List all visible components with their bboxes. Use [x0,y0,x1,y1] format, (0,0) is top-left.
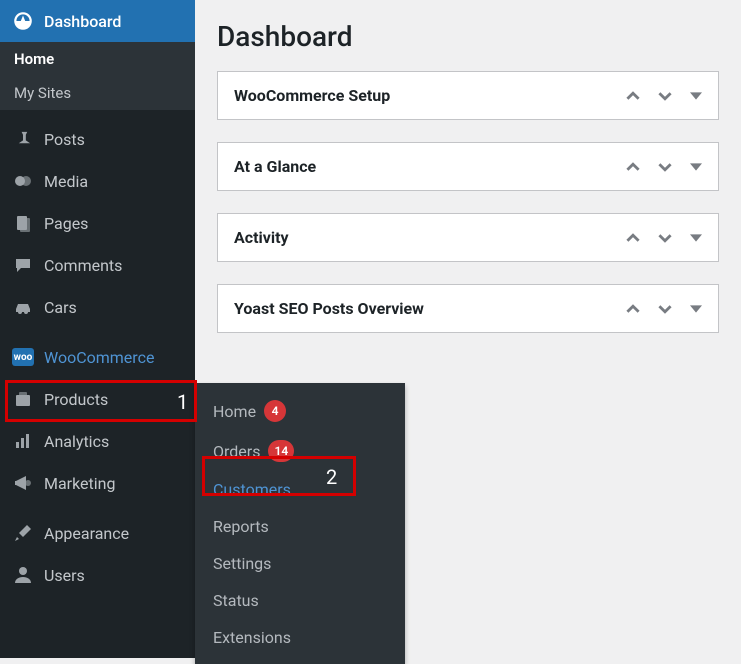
postbox-controls [626,302,702,316]
toggle-icon[interactable] [690,303,702,315]
submenu-item-reports[interactable]: Reports [195,508,405,545]
move-up-icon[interactable] [626,302,640,316]
postbox-controls [626,160,702,174]
submenu-item-extensions[interactable]: Extensions [195,619,405,656]
toggle-icon[interactable] [690,232,702,244]
sidebar-item-label: Cars [44,298,77,317]
postbox-yoast-overview: Yoast SEO Posts Overview [217,284,719,333]
sidebar-item-label: Users [44,566,85,585]
count-badge: 4 [264,400,286,422]
sidebar-item-label: Posts [44,130,85,149]
sidebar-item-woocommerce[interactable]: woo WooCommerce [0,336,195,378]
postbox-activity: Activity [217,213,719,262]
woocommerce-submenu: Home 4 Orders 14 Customers Reports Setti… [195,383,405,664]
products-icon [12,388,34,410]
sidebar-sub-home[interactable]: Home [0,42,195,76]
submenu-item-orders[interactable]: Orders 14 [195,431,405,471]
sidebar-item-label: Products [44,390,108,409]
submenu-label: Home [213,402,256,421]
move-up-icon[interactable] [626,160,640,174]
media-icon [12,170,34,192]
submenu-item-home[interactable]: Home 4 [195,391,405,431]
move-down-icon[interactable] [658,89,672,103]
sidebar-item-appearance[interactable]: Appearance [0,512,195,554]
brush-icon [12,522,34,544]
move-down-icon[interactable] [658,302,672,316]
postbox-controls [626,231,702,245]
sidebar-item-label: Marketing [44,474,115,493]
analytics-icon [12,430,34,452]
move-down-icon[interactable] [658,231,672,245]
count-badge: 14 [268,440,294,462]
postbox-title: At a Glance [234,157,316,176]
sidebar-item-analytics[interactable]: Analytics [0,420,195,462]
toggle-icon[interactable] [690,90,702,102]
submenu-label: Orders [213,442,260,461]
sidebar-item-products[interactable]: Products [0,378,195,420]
user-icon [12,564,34,586]
pages-icon [12,212,34,234]
dashboard-icon [12,10,34,32]
submenu-label: Customers [213,480,291,499]
sidebar-item-users[interactable]: Users [0,554,195,596]
postbox-woocommerce-setup: WooCommerce Setup [217,71,719,120]
sidebar-item-cars[interactable]: Cars [0,286,195,328]
car-icon [12,296,34,318]
move-up-icon[interactable] [626,89,640,103]
postbox-title: Yoast SEO Posts Overview [234,299,424,318]
sidebar-item-label: Analytics [44,432,109,451]
sidebar-item-label: Media [44,172,88,191]
sidebar-item-media[interactable]: Media [0,160,195,202]
sidebar-item-posts[interactable]: Posts [0,118,195,160]
move-up-icon[interactable] [626,231,640,245]
sidebar-item-label: Appearance [44,524,129,543]
postbox-controls [626,89,702,103]
submenu-item-settings[interactable]: Settings [195,545,405,582]
woocommerce-icon: woo [12,346,34,368]
sidebar-item-label: Dashboard [44,12,121,31]
page-title: Dashboard [217,20,719,53]
postbox-title: Activity [234,228,289,247]
submenu-item-status[interactable]: Status [195,582,405,619]
comment-icon [12,254,34,276]
sidebar-sub-mysites[interactable]: My Sites [0,76,195,110]
sidebar-item-label: Comments [44,256,122,275]
pin-icon [12,128,34,150]
sidebar-item-dashboard[interactable]: Dashboard [0,0,195,42]
sidebar-item-comments[interactable]: Comments [0,244,195,286]
move-down-icon[interactable] [658,160,672,174]
sidebar-item-label: WooCommerce [44,348,154,367]
submenu-item-customers[interactable]: Customers [195,471,405,508]
postbox-at-a-glance: At a Glance [217,142,719,191]
sidebar-item-label: Pages [44,214,88,233]
megaphone-icon [12,472,34,494]
toggle-icon[interactable] [690,161,702,173]
sidebar-item-marketing[interactable]: Marketing [0,462,195,504]
postbox-title: WooCommerce Setup [234,86,390,105]
sidebar-item-pages[interactable]: Pages [0,202,195,244]
admin-sidebar: Dashboard Home My Sites Posts Media Page… [0,0,195,658]
main-content: Dashboard WooCommerce Setup At a Glance … [195,0,741,375]
